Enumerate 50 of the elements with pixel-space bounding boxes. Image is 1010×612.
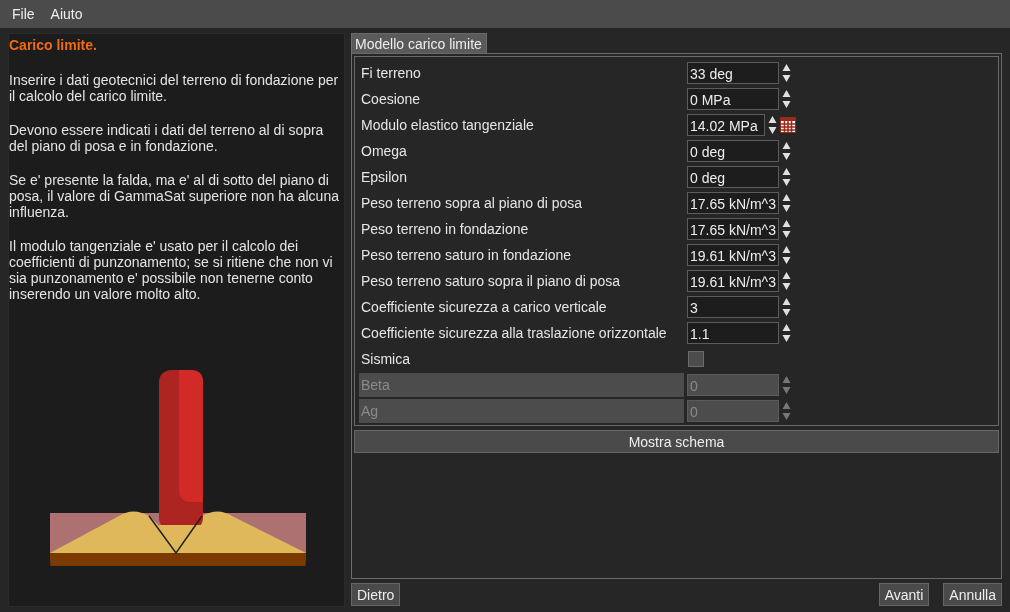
field-label: Coesione	[360, 90, 422, 109]
help-paragraph: Se e' presente la falda, ma e' al di sotto del piano di posa, il valore di GammaSat superiore non ha alcuna influenza.	[9, 172, 340, 220]
number-input[interactable]: 33 deg	[687, 62, 779, 84]
spin-arrows-icon[interactable]	[782, 296, 791, 318]
help-title: Carico limite.	[9, 37, 98, 54]
field-label: Peso terreno in fondazione	[360, 220, 530, 239]
field-label: Omega	[360, 142, 408, 161]
menu-item[interactable]: File	[4, 6, 43, 22]
field-label: Coefficiente sicurezza a carico verticale	[360, 298, 608, 317]
field-label: Coefficiente sicurezza alla traslazione orizzontale	[360, 324, 668, 343]
spin-arrows-icon[interactable]	[782, 270, 791, 292]
field-label: Peso terreno saturo in fondazione	[360, 246, 573, 265]
help-paragraph: Inserire i dati geotecnici del terreno di fondazione per il calcolo del carico limite.	[9, 72, 340, 104]
calculator-icon[interactable]	[780, 117, 796, 133]
back-button[interactable]: Dietro	[351, 583, 401, 606]
help-paragraph: Devono essere indicati i dati del terreno al di sopra del piano di posa e in fondazione.	[9, 122, 325, 154]
number-input[interactable]: 19.61 kN/m^3	[687, 270, 779, 292]
help-paragraph: Il modulo tangenziale e' usato per il calcolo dei coefficienti di punzonamento; se si ritiene che non vi sia punzonamento e' possibile non tenerne conto inserendo un valore molto alto.	[9, 238, 334, 302]
tab[interactable]: Modello carico limite	[351, 33, 487, 53]
spin-arrows-icon[interactable]	[782, 88, 791, 110]
number-input[interactable]: 19.61 kN/m^3	[687, 244, 779, 266]
field-label: Sismica	[360, 350, 411, 369]
number-input[interactable]: 17.65 kN/m^3	[687, 218, 779, 240]
number-input[interactable]: 0 deg	[687, 166, 779, 188]
number-input[interactable]: 17.65 kN/m^3	[687, 192, 779, 214]
next-button[interactable]: Avanti	[878, 583, 930, 606]
number-input[interactable]: 14.02 MPa	[687, 114, 765, 136]
spin-arrows-icon[interactable]	[782, 244, 791, 266]
field-label: Beta	[359, 373, 684, 397]
number-input[interactable]: 0 deg	[687, 140, 779, 162]
spin-arrows-icon[interactable]	[782, 62, 791, 84]
field-label: Peso terreno sopra al piano di posa	[360, 194, 584, 213]
spin-arrows-icon[interactable]	[782, 192, 791, 214]
menu-item[interactable]: Aiuto	[42, 6, 91, 22]
checkbox[interactable]	[688, 351, 704, 367]
spin-arrows-icon[interactable]	[782, 140, 791, 162]
field-label: Peso terreno saturo sopra il piano di posa	[360, 272, 622, 291]
field-label: Fi terreno	[360, 64, 422, 83]
cancel-button[interactable]: Annulla	[943, 583, 1002, 606]
number-input[interactable]: 1.1	[687, 322, 779, 344]
spin-arrows-icon[interactable]	[782, 322, 791, 344]
show-scheme-button[interactable]: Mostra schema	[354, 430, 999, 453]
spin-arrows-icon[interactable]	[782, 166, 791, 188]
field-label: Modulo elastico tangenziale	[360, 116, 535, 135]
spin-arrows-icon[interactable]	[768, 114, 777, 136]
spin-arrows-icon[interactable]	[782, 218, 791, 240]
number-input[interactable]: 0 MPa	[687, 88, 779, 110]
field-label: Epsilon	[360, 168, 408, 187]
field-label: Ag	[359, 399, 684, 423]
number-input[interactable]: 3	[687, 296, 779, 318]
